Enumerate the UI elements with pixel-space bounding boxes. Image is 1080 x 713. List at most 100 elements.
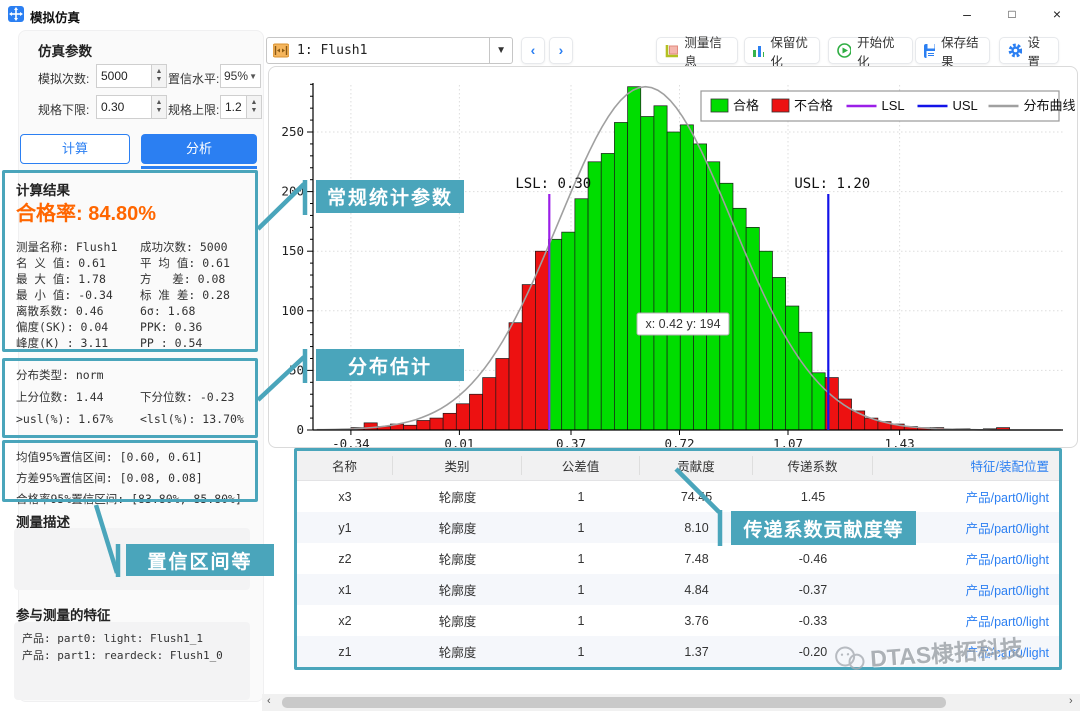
measurement-selector[interactable]: 1: Flush1 ▼ [266,37,513,64]
svg-text:0.72: 0.72 [664,436,694,447]
histogram-chart: 050100150200250-0.340.010.370.721.071.43… [269,67,1077,447]
sim-count-input[interactable] [96,64,152,88]
save-results-button[interactable]: 保存结果 [915,37,990,64]
histogram-card: 050100150200250-0.340.010.370.721.071.43… [268,66,1078,448]
table-cell: x2 [297,614,393,628]
table-cell: 1 [522,583,640,597]
analyze-button[interactable]: 分析 [141,134,257,164]
table-cell: 轮廓度 [393,518,522,537]
contribution-table: 名称类别公差值贡献度传递系数特征/装配位置x3轮廓度174.451.45产品/p… [297,451,1059,667]
svg-text:0: 0 [296,422,304,437]
table-cell: 轮廓度 [393,487,522,506]
table-cell: 1.37 [640,645,753,659]
table-cell: 1 [522,490,640,504]
table-header-cell: 贡献度 [640,456,753,475]
svg-text:合格: 合格 [733,98,759,113]
table-cell: -0.20 [753,645,873,659]
close-button[interactable]: × [1042,4,1072,24]
confidence-line: 方差95%置信区间: [0.08, 0.08] [16,468,242,489]
svg-text:-0.34: -0.34 [332,436,370,447]
stat-line: 偏度(SK): 0.04 [16,319,117,335]
svg-text:x: 0.42 y: 194: x: 0.42 y: 194 [645,317,720,331]
above-usl-pct: >usl(%): 1.67% [16,411,113,427]
stat-line: 最 大 值: 1.78 [16,271,117,287]
maximize-button[interactable]: □ [997,4,1027,24]
table-row[interactable]: x3轮廓度174.451.45产品/part0/light [297,481,1059,512]
stat-line: 最 小 值: -0.34 [16,287,117,303]
table-cell: 4.84 [640,583,753,597]
usl-stepper[interactable]: ▲▼ [247,95,262,119]
analyze-tab-indicator [141,166,257,169]
table-cell: z1 [297,645,393,659]
table-row[interactable]: y1轮廓度18.10产品/part0/light [297,512,1059,543]
usl-input[interactable] [220,95,247,119]
table-cell: 轮廓度 [393,642,522,661]
keep-optimization-button[interactable]: 保留优化 [744,37,820,64]
lsl-stepper[interactable]: ▲▼ [152,95,167,119]
table-row[interactable]: z2轮廓度17.48-0.46产品/part0/light [297,543,1059,574]
table-row[interactable]: x1轮廓度14.84-0.37产品/part0/light [297,574,1059,605]
svg-text:USL: USL [953,98,978,113]
feature-link-cell[interactable]: 产品/part0/light [873,549,1059,568]
table-header-cell: 特征/装配位置 [873,456,1059,475]
feature-link-cell[interactable]: 产品/part0/light [873,642,1059,661]
svg-text:150: 150 [281,243,304,258]
sim-count-label: 模拟次数: [38,70,89,87]
table-cell: -0.37 [753,583,873,597]
badge-transfer-contribution: 传递系数贡献度等 [731,511,916,545]
confidence-level-select[interactable]: 95% ▼ [220,64,261,88]
minimize-button[interactable]: – [952,4,982,24]
table-cell: z2 [297,552,393,566]
feature-link-cell[interactable]: 产品/part0/light [873,580,1059,599]
table-cell: 1.45 [753,490,873,504]
table-row[interactable]: x2轮廓度13.76-0.33产品/part0/light [297,605,1059,636]
next-measurement-button[interactable]: › [549,37,573,64]
feature-link-cell[interactable]: 产品/part0/light [873,611,1059,630]
sim-count-stepper[interactable]: ▲▼ [152,64,167,88]
stat-line: 名 义 值: 0.61 [16,255,117,271]
confidence-intervals: 均值95%置信区间: [0.60, 0.61]方差95%置信区间: [0.08,… [16,447,242,510]
chevron-down-icon: ▼ [249,72,257,81]
table-row[interactable]: z1轮廓度11.37-0.20产品/part0/light [297,636,1059,667]
app-icon [8,6,24,22]
prev-measurement-button[interactable]: ‹ [521,37,545,64]
calculate-button[interactable]: 计算 [20,134,130,164]
svg-text:0.37: 0.37 [556,436,586,447]
feature-link-cell[interactable]: 产品/part0/light [873,487,1059,506]
table-cell: 轮廓度 [393,611,522,630]
table-header-cell: 传递系数 [753,456,873,475]
svg-text:LSL: LSL [882,98,905,113]
panel-title: 仿真参数 [38,40,92,60]
pass-rate: 合格率: 84.80% [16,197,156,226]
svg-text:200: 200 [281,184,304,199]
svg-text:分布曲线: 分布曲线 [1024,98,1076,113]
measurement-info-button[interactable]: 测量信息 [656,37,738,64]
measurement-info-icon [665,44,678,58]
svg-text:1.43: 1.43 [885,436,915,447]
scroll-right-icon[interactable]: › [1069,695,1073,707]
stats-right-column: 成功次数: 5000平 均 值: 0.61方 差: 0.08标 准 差: 0.2… [140,239,230,351]
table-cell: 3.76 [640,614,753,628]
table-header-cell: 名称 [297,456,393,475]
stat-line: PPK: 0.36 [140,319,230,335]
start-optimization-button[interactable]: 开始优化 [828,37,913,64]
table-cell: x3 [297,490,393,504]
svg-text:100: 100 [281,303,304,318]
table-header-row: 名称类别公差值贡献度传递系数特征/装配位置 [297,451,1059,481]
feature-line: 产品: part0: light: Flush1_1 [22,630,250,647]
confidence-level-label: 置信水平: [168,70,219,87]
lsl-input[interactable] [96,95,152,119]
table-cell: 轮廓度 [393,549,522,568]
settings-button[interactable]: 设置 [999,37,1059,64]
badge-distribution-estimate: 分布估计 [316,349,464,381]
results-title: 计算结果 [16,179,70,199]
badge-confidence-interval: 置信区间等 [126,544,274,576]
scroll-left-icon[interactable]: ‹ [267,695,271,707]
features-box: 产品: part0: light: Flush1_1产品: part1: rea… [14,622,250,700]
scrollbar-thumb[interactable] [282,697,946,708]
upper-quantile: 上分位数: 1.44 [16,389,104,405]
table-cell: 轮廓度 [393,580,522,599]
stat-line: PP : 0.54 [140,335,230,351]
table-cell: -0.46 [753,552,873,566]
table-cell: y1 [297,521,393,535]
